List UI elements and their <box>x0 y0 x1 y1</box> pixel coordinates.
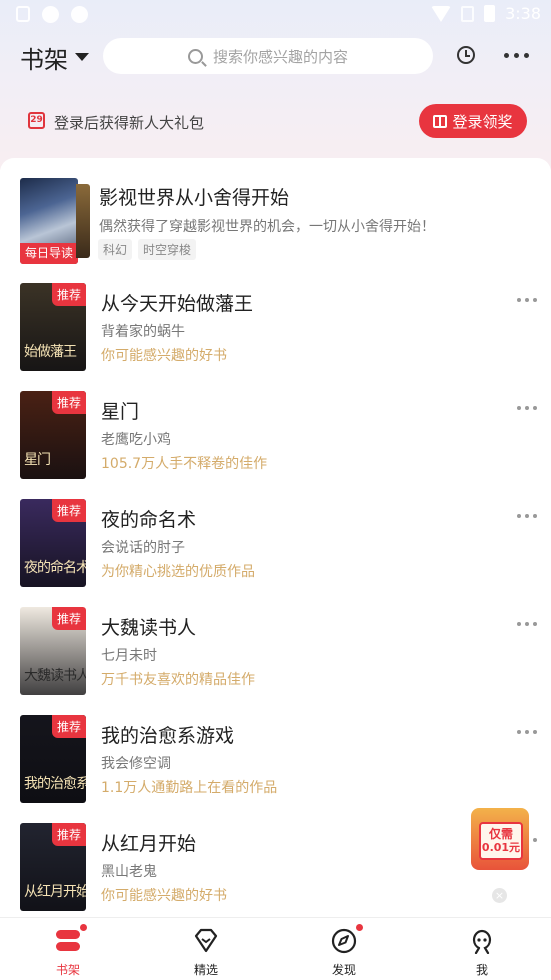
book-row[interactable]: 推荐 从红月开始 从红月开始 黑山老鬼 你可能感兴趣的好书 <box>20 823 540 913</box>
header: 书架 搜索你感兴趣的内容 <box>0 36 551 76</box>
more-options-icon[interactable] <box>517 514 537 518</box>
recommend-badge: 推荐 <box>51 391 86 414</box>
compass-icon <box>331 928 357 954</box>
cover-title-art: 大魏读书人 <box>24 668 86 684</box>
book-description: 偶然获得了穿越影视世界的机会，一切从小舍得开始！ <box>99 219 435 235</box>
profile-icon <box>472 929 492 954</box>
book-row[interactable]: 推荐 星门 星门 老鹰吃小鸡 105.7万人手不释卷的佳作 <box>20 391 540 481</box>
book-hint: 万千书友喜欢的精品佳作 <box>101 672 255 688</box>
battery-icon <box>484 5 496 22</box>
gift-line1: 仅需 <box>488 827 513 841</box>
login-reward-button[interactable]: 登录领奖 <box>419 104 527 138</box>
app-icon <box>71 6 88 23</box>
wifi-icon <box>431 5 452 22</box>
more-options-icon[interactable] <box>517 730 537 734</box>
status-bar: 3:38 <box>0 0 551 30</box>
bookshelf-icon <box>56 930 80 951</box>
book-author: 会说话的肘子 <box>101 540 185 556</box>
book-cover-back <box>76 184 90 258</box>
floating-gift-ad[interactable]: 仅需 0.01元 <box>463 798 537 874</box>
book-row[interactable]: 推荐 夜的命名术 夜的命名术 会说话的肘子 为你精心挑选的优质作品 <box>20 499 540 589</box>
more-options-icon[interactable] <box>517 298 537 302</box>
diamond-icon <box>194 928 218 953</box>
gift-price-card: 仅需 0.01元 <box>479 822 523 860</box>
notification-dot <box>356 924 363 931</box>
search-input[interactable]: 搜索你感兴趣的内容 <box>103 38 433 74</box>
calendar-icon: 29 <box>28 112 45 129</box>
search-icon <box>187 48 203 64</box>
book-cover[interactable]: 推荐 始做藩王 <box>20 283 86 371</box>
book-author: 我会修空调 <box>101 756 171 772</box>
book-title[interactable]: 从今天开始做藩王 <box>101 289 253 316</box>
tab-featured[interactable]: 精选 <box>166 918 246 980</box>
book-cover[interactable]: 推荐 大魏读书人 <box>20 607 86 695</box>
cover-title-art: 星门 <box>24 452 51 468</box>
book-title[interactable]: 从红月开始 <box>101 829 196 856</box>
recommend-badge: 推荐 <box>51 823 86 846</box>
more-options-icon[interactable] <box>517 622 537 626</box>
cover-title-art: 夜的命名术 <box>24 560 86 576</box>
book-cover[interactable]: 每日导读 <box>20 178 78 264</box>
book-author: 背着家的蜗牛 <box>101 324 185 340</box>
book-author: 七月未时 <box>101 648 157 664</box>
history-icon[interactable] <box>457 46 475 64</box>
tab-discover[interactable]: 发现 <box>304 918 384 980</box>
caret-down-icon[interactable] <box>75 53 89 61</box>
notification-icon <box>16 6 30 22</box>
book-cover[interactable]: 推荐 我的治愈系游戏 <box>20 715 86 803</box>
tab-label: 发现 <box>331 963 356 977</box>
app-icon <box>42 6 59 23</box>
book-row[interactable]: 推荐 始做藩王 从今天开始做藩王 背着家的蜗牛 你可能感兴趣的好书 <box>20 283 540 373</box>
genre-chip: 时空穿梭 <box>138 239 197 260</box>
close-icon[interactable]: × <box>492 888 507 903</box>
gift-icon <box>433 114 448 128</box>
book-hint: 为你精心挑选的优质作品 <box>101 564 255 580</box>
book-cover[interactable]: 推荐 星门 <box>20 391 86 479</box>
notification-dot <box>80 924 87 931</box>
login-reward-label: 登录领奖 <box>452 112 513 131</box>
status-time: 3:38 <box>505 4 541 23</box>
featured-book[interactable]: 每日导读 影视世界从小舍得开始 偶然获得了穿越影视世界的机会，一切从小舍得开始！… <box>20 178 540 266</box>
recommend-badge: 推荐 <box>51 607 86 630</box>
book-row[interactable]: 推荐 我的治愈系游戏 我的治愈系游戏 我会修空调 1.1万人通勤路上在看的作品 <box>20 715 540 805</box>
daily-guide-tag: 每日导读 <box>20 243 78 264</box>
promo-banner: 29 登录后获得新人大礼包 登录领奖 <box>0 103 551 141</box>
book-title[interactable]: 夜的命名术 <box>101 505 196 532</box>
more-options-icon[interactable] <box>517 406 537 410</box>
book-title[interactable]: 星门 <box>101 397 139 424</box>
tab-label: 精选 <box>193 963 218 977</box>
promo-text: 登录后获得新人大礼包 <box>54 114 205 132</box>
book-title[interactable]: 我的治愈系游戏 <box>101 721 234 748</box>
recommend-badge: 推荐 <box>51 283 86 306</box>
tab-label: 书架 <box>55 963 80 977</box>
search-placeholder: 搜索你感兴趣的内容 <box>212 47 348 66</box>
book-hint: 105.7万人手不释卷的佳作 <box>101 456 268 472</box>
book-title[interactable]: 影视世界从小舍得开始 <box>99 183 289 210</box>
tab-me[interactable]: 我 <box>442 918 522 980</box>
tab-label: 我 <box>475 963 488 977</box>
bottom-tab-bar: 书架 精选 发现 我 <box>0 917 551 980</box>
book-author: 黑山老鬼 <box>101 864 157 880</box>
cover-title-art: 始做藩王 <box>24 344 77 360</box>
book-author: 老鹰吃小鸡 <box>101 432 171 448</box>
more-icon[interactable] <box>504 53 529 58</box>
book-cover[interactable]: 推荐 从红月开始 <box>20 823 86 911</box>
book-hint: 1.1万人通勤路上在看的作品 <box>101 780 278 796</box>
tab-bookshelf[interactable]: 书架 <box>28 918 108 980</box>
cover-title-art: 从红月开始 <box>24 884 86 900</box>
recommend-badge: 推荐 <box>51 499 86 522</box>
cover-title-art: 我的治愈系游戏 <box>24 776 86 792</box>
genre-chips: 科幻 时空穿梭 <box>98 239 197 260</box>
gift-line2: 0.01元 <box>481 841 521 854</box>
page-title[interactable]: 书架 <box>20 40 68 75</box>
sim-icon <box>461 5 475 22</box>
genre-chip: 科幻 <box>98 239 133 260</box>
book-hint: 你可能感兴趣的好书 <box>101 348 227 364</box>
book-cover[interactable]: 推荐 夜的命名术 <box>20 499 86 587</box>
book-title[interactable]: 大魏读书人 <box>101 613 196 640</box>
book-hint: 你可能感兴趣的好书 <box>101 888 227 904</box>
book-row[interactable]: 推荐 大魏读书人 大魏读书人 七月未时 万千书友喜欢的精品佳作 <box>20 607 540 697</box>
recommend-badge: 推荐 <box>51 715 86 738</box>
